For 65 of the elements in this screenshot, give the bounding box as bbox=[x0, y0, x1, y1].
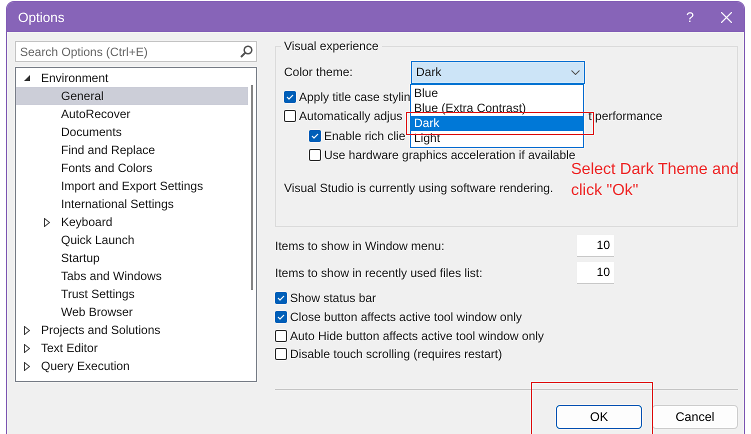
dropdown-option[interactable]: Light bbox=[411, 131, 583, 146]
collapsed-arrow-icon[interactable] bbox=[24, 326, 30, 334]
tree-item[interactable]: Web Browser bbox=[16, 303, 248, 321]
theme-dropdown[interactable]: Dark bbox=[411, 60, 585, 84]
tree-item[interactable]: Keyboard bbox=[16, 213, 248, 231]
dialog-button[interactable]: Cancel bbox=[652, 404, 738, 429]
checkbox-label: Auto Hide button affects active tool window only bbox=[290, 328, 544, 343]
checkbox-label: Close button affects active tool window only bbox=[290, 310, 522, 324]
checkbox-label: Apply title case stylin bbox=[299, 90, 410, 104]
tree-item[interactable]: Find and Replace bbox=[16, 141, 248, 159]
collapsed-arrow-icon[interactable] bbox=[24, 344, 30, 352]
dropdown-option[interactable]: Blue bbox=[411, 86, 583, 101]
checkbox[interactable] bbox=[275, 311, 287, 324]
checkbox[interactable] bbox=[275, 330, 287, 342]
tree-item[interactable]: Environment bbox=[16, 69, 248, 87]
checkbox-label: Show status bar bbox=[290, 291, 376, 306]
checkbox[interactable] bbox=[275, 348, 287, 360]
tree-item[interactable]: Import and Export Settings bbox=[16, 177, 248, 195]
tree-item[interactable]: Text Editor bbox=[16, 339, 248, 357]
check-icon bbox=[277, 294, 285, 302]
tree-item[interactable]: Query Execution bbox=[16, 357, 248, 375]
field-label: Items to show in recently used files list: bbox=[275, 266, 484, 280]
dropdown-option[interactable]: Dark bbox=[411, 116, 583, 131]
dialog-button[interactable]: OK bbox=[556, 404, 642, 429]
check-icon bbox=[277, 313, 285, 322]
tree-item[interactable]: AutoRecover bbox=[16, 105, 248, 123]
checkbox-label: t performance bbox=[588, 109, 662, 124]
tree-item[interactable]: Tabs and Windows bbox=[16, 267, 248, 285]
checkbox[interactable] bbox=[284, 110, 296, 122]
annotation-text: Select Dark Theme and click "Ok" bbox=[571, 160, 740, 201]
collapsed-arrow-icon[interactable] bbox=[44, 218, 50, 226]
info-text: Visual Studio is currently using software rendering. bbox=[284, 181, 554, 195]
tree-item[interactable]: International Settings bbox=[16, 195, 248, 213]
tree-item[interactable]: Startup bbox=[16, 249, 248, 267]
tree-item[interactable]: General bbox=[16, 87, 248, 105]
checkbox[interactable] bbox=[309, 130, 321, 142]
field-label: Color theme: bbox=[284, 65, 354, 79]
tree-item[interactable]: Trust Settings bbox=[16, 285, 248, 303]
chevron-down-icon bbox=[571, 70, 580, 74]
checkbox-label: Use hardware graphics acceleration if available bbox=[324, 148, 576, 162]
checkbox-label: Disable touch scrolling (requires restart) bbox=[290, 347, 502, 362]
check-icon bbox=[286, 92, 294, 101]
field-label: Items to show in Window menu: bbox=[275, 238, 446, 252]
dropdown-option[interactable]: Blue (Extra Contrast) bbox=[411, 101, 583, 116]
tree-item[interactable]: Fonts and Colors bbox=[16, 159, 248, 177]
tree-item[interactable]: Projects and Solutions bbox=[16, 321, 248, 339]
tree-item[interactable]: Quick Launch bbox=[16, 231, 248, 249]
expanded-arrow-icon[interactable] bbox=[24, 75, 30, 81]
scrollbar-thumb[interactable] bbox=[251, 85, 253, 290]
tree-item[interactable]: Documents bbox=[16, 123, 248, 141]
checkbox[interactable] bbox=[309, 149, 321, 162]
group-legend: Visual experience bbox=[281, 39, 382, 53]
search-icon[interactable] bbox=[240, 45, 253, 58]
checkbox-label: Automatically adjus bbox=[299, 109, 402, 124]
number-field[interactable]: 10 bbox=[577, 234, 614, 256]
help-button[interactable]: ? bbox=[672, 9, 708, 25]
number-field[interactable]: 10 bbox=[577, 262, 614, 284]
checkbox[interactable] bbox=[275, 292, 287, 304]
checkbox-label: Enable rich clie bbox=[324, 128, 406, 143]
window-title: Options bbox=[18, 10, 66, 24]
collapsed-arrow-icon[interactable] bbox=[24, 362, 30, 370]
search-field[interactable]: Search Options (Ctrl+E) bbox=[15, 41, 257, 62]
check-icon bbox=[311, 132, 319, 140]
close-icon[interactable] bbox=[720, 12, 732, 22]
checkbox[interactable] bbox=[284, 90, 296, 103]
